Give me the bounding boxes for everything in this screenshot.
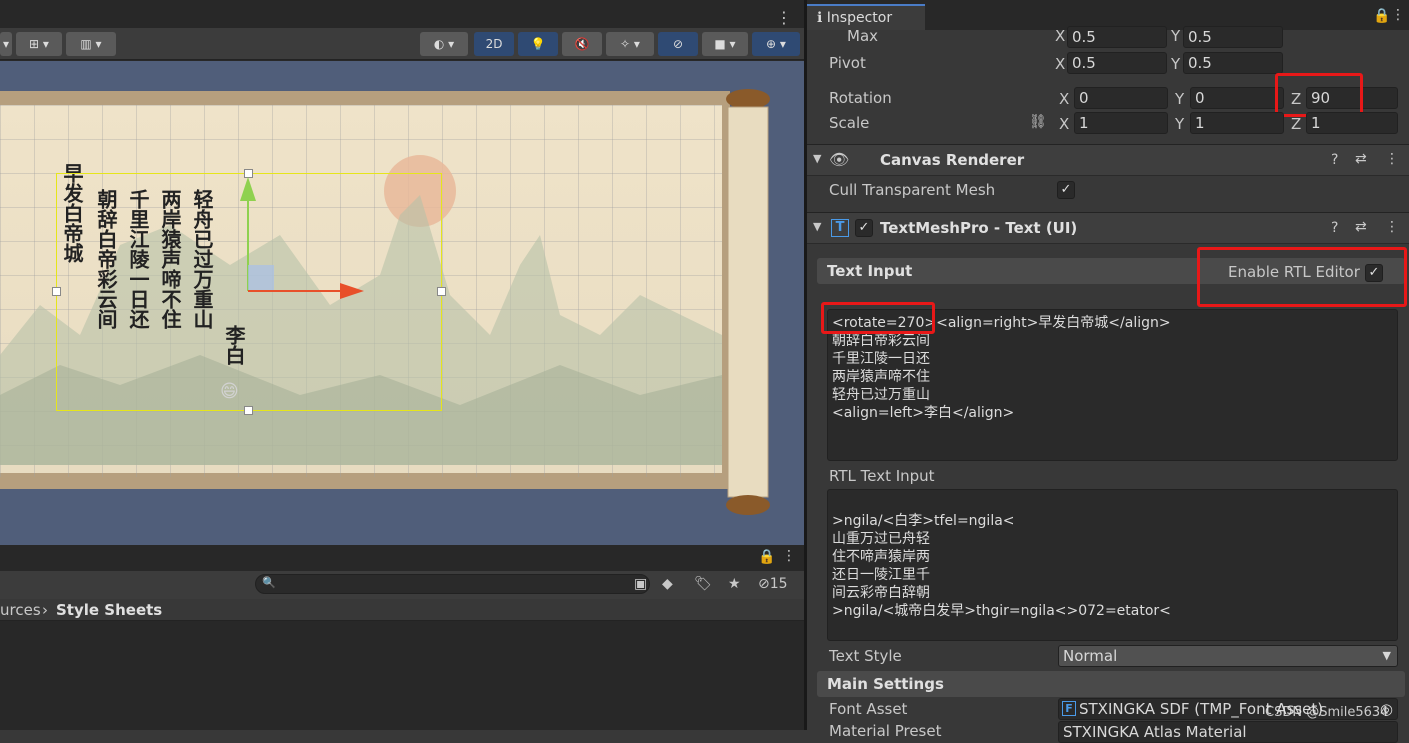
rtl-text-input-label: RTL Text Input bbox=[829, 467, 935, 485]
axis-z-label: Z bbox=[1291, 115, 1302, 133]
lock-icon[interactable]: 🔒 bbox=[758, 549, 775, 565]
breadcrumb-item[interactable]: urces bbox=[0, 601, 41, 619]
max-label: Max bbox=[847, 27, 879, 45]
constrain-proportions-icon[interactable]: ⛓ bbox=[1029, 114, 1047, 130]
cull-transparent-mesh-checkbox[interactable]: ✓ bbox=[1057, 181, 1075, 199]
info-icon: ℹ bbox=[817, 10, 827, 26]
toolbar-tool-icon[interactable]: ▾ bbox=[0, 32, 12, 56]
pivot-x-field[interactable]: 0.5 bbox=[1067, 52, 1167, 74]
pivot-label: Pivot bbox=[829, 54, 866, 72]
search-icon: 🔍 bbox=[262, 576, 276, 589]
resize-handle-bottom[interactable] bbox=[244, 406, 253, 415]
foldout-arrow-icon[interactable]: ▼ bbox=[813, 152, 821, 165]
rtl-text-input-area[interactable]: >ngila/<白李>tfel=ngila< 山重万过已舟轻 住不啼声猿岸两 还… bbox=[827, 489, 1398, 641]
camera-settings-icon[interactable]: ■ ▾ bbox=[702, 32, 748, 56]
axis-x-label: X bbox=[1055, 55, 1066, 73]
shading-mode-button[interactable]: ◐ ▾ bbox=[420, 32, 468, 56]
scene-view[interactable]: 早发白帝城 朝辞白帝彩云间 千里江陵一日还 两岸猿声啼不住 轻舟已过万重山 李白… bbox=[0, 61, 804, 545]
material-preset-dropdown[interactable]: STXINGKA Atlas Material bbox=[1058, 721, 1398, 743]
move-gizmo[interactable] bbox=[236, 177, 376, 307]
max-y-field[interactable]: 0.5 bbox=[1183, 26, 1283, 48]
hidden-packages-icon[interactable]: ⊘15 bbox=[758, 576, 788, 592]
filter-by-label-icon[interactable]: 🏷 bbox=[694, 576, 712, 592]
panel-menu-icon[interactable]: ⋮ bbox=[782, 548, 796, 564]
project-panel: 🔒 ⋮ 🔍 ▣ ◆ 🏷 ★ ⊘15 urces › Style Sheets bbox=[0, 545, 804, 730]
watermark: CSDN @Smile5634 bbox=[1265, 705, 1389, 720]
axis-x-label: X bbox=[1059, 90, 1070, 108]
scene-area: ⋮ ▾ ⊞ ▾ ▥ ▾ ◐ ▾ 2D 💡 🔇 ✧ ▾ ⊘ ■ ▾ ⊕ ▾ 早发白… bbox=[0, 0, 804, 730]
effects-toggle-icon[interactable]: ✧ ▾ bbox=[606, 32, 654, 56]
axis-x-label: X bbox=[1055, 27, 1066, 45]
presets-icon[interactable]: ⇄ bbox=[1355, 151, 1367, 167]
hidden-count: 15 bbox=[769, 576, 788, 592]
scale-x-field[interactable]: 1 bbox=[1074, 112, 1168, 134]
scale-label: Scale bbox=[829, 114, 870, 132]
axis-y-label: Y bbox=[1175, 90, 1185, 108]
chevron-right-icon: › bbox=[42, 601, 48, 619]
breadcrumb-current[interactable]: Style Sheets bbox=[56, 601, 162, 619]
axis-y-label: Y bbox=[1171, 55, 1181, 73]
grid-visibility-button[interactable]: ▥ ▾ bbox=[66, 32, 116, 56]
breadcrumb: urces › Style Sheets bbox=[0, 599, 804, 621]
font-asset-icon: F bbox=[1062, 701, 1076, 716]
resize-handle-right[interactable] bbox=[437, 287, 446, 296]
main-settings-header: Main Settings bbox=[817, 671, 1405, 697]
gizmos-button[interactable]: ⊕ ▾ bbox=[752, 32, 800, 56]
rotation-y-field[interactable]: 0 bbox=[1190, 87, 1284, 109]
favorites-icon[interactable]: ★ bbox=[728, 576, 741, 592]
inspector-panel: ℹ Inspector 🔒 ⋮ Max X 0.5 Y 0.5 Pivot X … bbox=[807, 0, 1409, 743]
highlight-box bbox=[821, 302, 935, 334]
eye-icon: 👁 bbox=[829, 150, 850, 169]
project-search-input[interactable]: 🔍 bbox=[255, 574, 650, 594]
lighting-toggle-icon[interactable]: 💡 bbox=[518, 32, 558, 56]
more-options-icon[interactable]: ⋮ bbox=[776, 8, 792, 27]
presets-icon[interactable]: ⇄ bbox=[1355, 219, 1367, 235]
scale-z-field[interactable]: 1 bbox=[1306, 112, 1398, 134]
lock-icon[interactable]: 🔒 bbox=[1373, 8, 1390, 24]
rotation-x-field[interactable]: 0 bbox=[1074, 87, 1168, 109]
axis-y-label: Y bbox=[1171, 27, 1181, 45]
text-style-label: Text Style bbox=[829, 647, 902, 665]
highlight-box bbox=[1197, 247, 1407, 307]
grid-snap-button[interactable]: ⊞ ▾ bbox=[16, 32, 62, 56]
filter-by-type-icon[interactable]: ◆ bbox=[662, 576, 673, 592]
material-preset-label: Material Preset bbox=[829, 722, 942, 740]
help-icon[interactable]: ? bbox=[1331, 152, 1338, 168]
cull-transparent-mesh-label: Cull Transparent Mesh bbox=[829, 181, 996, 199]
foldout-arrow-icon[interactable]: ▼ bbox=[813, 220, 821, 233]
axis-x-label: X bbox=[1059, 115, 1070, 133]
help-icon[interactable]: ? bbox=[1331, 220, 1338, 236]
dropdown-arrow-icon: ▼ bbox=[1382, 649, 1391, 662]
max-x-field[interactable]: 0.5 bbox=[1067, 26, 1167, 48]
component-menu-icon[interactable]: ⋮ bbox=[1385, 151, 1399, 167]
inspector-menu-icon[interactable]: ⋮ bbox=[1391, 7, 1405, 23]
resize-handle-left[interactable] bbox=[52, 287, 61, 296]
font-asset-label: Font Asset bbox=[829, 700, 908, 718]
scale-y-field[interactable]: 1 bbox=[1190, 112, 1284, 134]
scene-toolbar: ▾ ⊞ ▾ ▥ ▾ ◐ ▾ 2D 💡 🔇 ✧ ▾ ⊘ ■ ▾ ⊕ ▾ bbox=[0, 28, 804, 60]
2d-mode-button[interactable]: 2D bbox=[474, 32, 514, 56]
pivot-y-field[interactable]: 0.5 bbox=[1183, 52, 1283, 74]
canvas-renderer-header[interactable]: ▼ 👁 Canvas Renderer ? ⇄ ⋮ bbox=[807, 144, 1409, 176]
textmeshpro-icon: T bbox=[831, 219, 849, 237]
component-menu-icon[interactable]: ⋮ bbox=[1385, 219, 1399, 235]
search-by-type-icon[interactable]: ▣ bbox=[634, 576, 647, 592]
textmeshpro-header[interactable]: ▼ T ✓ TextMeshPro - Text (UI) ? ⇄ ⋮ bbox=[807, 212, 1409, 244]
rotation-label: Rotation bbox=[829, 89, 892, 107]
hidden-objects-toggle-icon[interactable]: ⊘ bbox=[658, 32, 698, 56]
scroll-roller bbox=[726, 89, 770, 515]
text-style-dropdown[interactable]: Normal ▼ bbox=[1058, 645, 1398, 667]
highlight-box bbox=[1275, 73, 1363, 117]
axis-y-label: Y bbox=[1175, 115, 1185, 133]
audio-toggle-icon[interactable]: 🔇 bbox=[562, 32, 602, 56]
component-enabled-checkbox[interactable]: ✓ bbox=[855, 219, 873, 237]
